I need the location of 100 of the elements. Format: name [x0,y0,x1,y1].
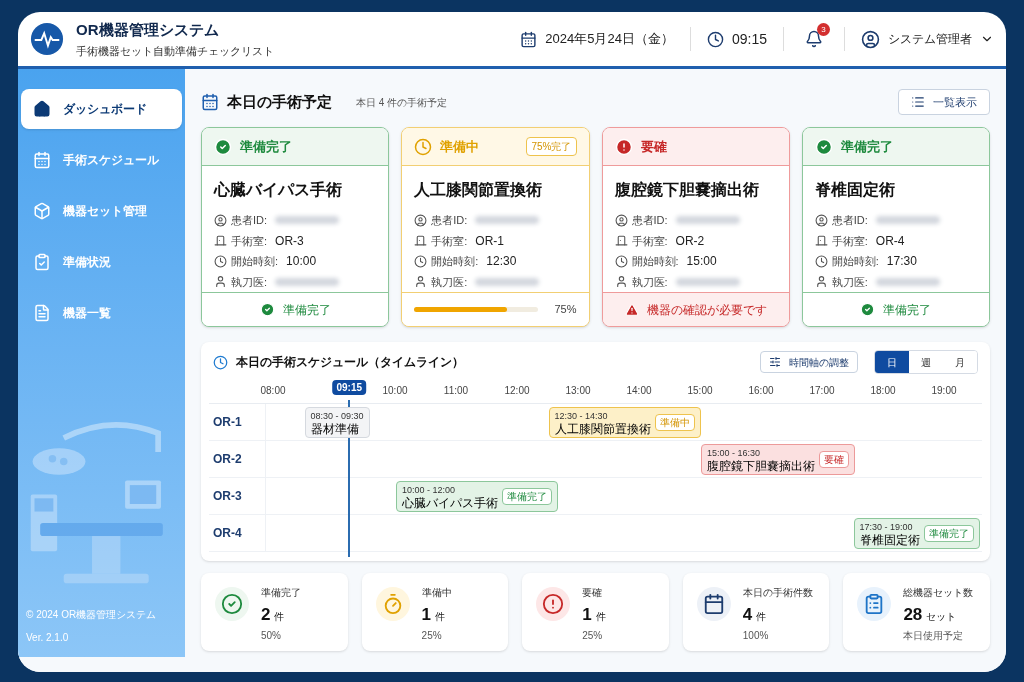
progress-text: 75% [554,302,577,318]
timeline-title: 本日の手術スケジュール（タイムライン） [236,354,464,371]
stat-note: 本日使用予定 [903,628,965,643]
status-label: 準備完了 [840,137,893,156]
calendar-icon [33,151,51,169]
document-icon [33,304,51,322]
status-label: 要確 [640,137,667,156]
user-icon [414,275,428,289]
info-label: 患者ID: [431,213,468,228]
list-view-button[interactable]: 一覧表示 [898,89,990,115]
stat-value: 28 [903,604,923,626]
surgery-title: 腹腔鏡下胆嚢摘出術 [614,180,760,200]
surgery-card[interactable]: 要確 腹腔鏡下胆嚢摘出術 患者ID: 手術室: OR-2 開始時刻: 15:00 執刀医: 機器の確認が必要です [601,127,790,327]
box-icon [33,202,51,220]
info-value: OR-2 [675,232,705,250]
stat-label: 総機器セット数 [903,586,974,600]
event-title: 人工膝関節置換術 [554,422,651,436]
event-status-badge: 準備完了 [502,488,552,505]
event-title: 器材準備 [310,422,360,436]
surgery-title: 人工膝関節置換術 [414,180,544,200]
info-label: 開始時刻: [431,254,479,269]
stat-unit: 件 [756,610,767,624]
check-icon [214,137,232,156]
info-label: 手術室: [231,233,268,249]
current-time-badge: 09:15 [332,380,367,395]
user-icon [614,275,628,289]
bell-icon [805,30,823,48]
info-label: 手術室: [831,233,868,249]
clipboard-check-icon [33,253,51,271]
check-icon [259,302,275,317]
stat-note: 100% [742,628,770,643]
section-summary: 本日 4 件の手術予定 [356,95,448,110]
info-label: 開始時刻: [631,254,679,269]
stat-value: 4 [742,604,753,626]
event-status-badge: 準備中 [654,414,695,431]
notification-button[interactable]: 3 [800,25,828,53]
hour-label: 17:00 [809,384,835,398]
room-label: OR-2 [212,451,243,468]
surgery-card[interactable]: 準備完了 心臓バイパス手術 患者ID: 手術室: OR-3 開始時刻: 10:00 執刀医: 準備完了 [201,127,390,327]
sliders-icon [769,356,781,368]
surgery-card[interactable]: 準備中 75%完了 人工膝関節置換術 患者ID: 手術室: OR-1 開始時刻: 12:30 執刀医: 75% [401,127,590,327]
hour-label: 11:00 [443,384,469,398]
info-label: 患者ID: [631,213,668,228]
info-value: 10:00 [286,253,317,271]
schedule-event[interactable]: 08:30 - 09:30 器材準備 [304,407,370,438]
info-value: OR-1 [475,232,504,250]
stat-value: 2 [261,604,271,626]
version-text: Ver. 2.1.0 [26,631,70,645]
hour-label: 15:00 [687,384,713,398]
calendar-icon [702,593,725,615]
door-icon [214,234,227,248]
clock-icon [414,137,433,156]
app-title: OR機器管理システム [76,19,220,40]
door-icon [614,234,628,248]
view-tab[interactable]: 日 [875,351,909,373]
hour-label: 08:00 [260,384,286,398]
clock-icon [706,30,724,48]
event-status-badge: 要確 [819,451,849,468]
user-icon [214,275,227,289]
footer-text: 準備完了 [282,301,331,319]
stat-label: 準備中 [421,586,452,600]
status-label: 準備完了 [240,137,292,156]
event-time: 10:00 - 12:00 [402,483,457,497]
check-icon [814,137,833,156]
event-time: 08:30 - 09:30 [310,409,364,423]
event-time: 17:30 - 19:00 [859,520,914,534]
time-text: 09:15 [731,29,767,49]
surgery-title: 脊椎固定術 [814,180,896,200]
clock-icon [814,254,828,268]
clock-icon [614,254,628,268]
event-status-badge: 準備完了 [923,525,974,542]
adjust-axis-button[interactable]: 時間軸の調整 [760,351,858,373]
user-circle-icon [861,29,880,49]
calendar-icon [201,93,219,111]
copyright-text: © 2024 OR機器管理システム [26,608,158,622]
info-label: 手術室: [431,233,468,249]
door-icon [814,234,828,248]
hour-label: 13:00 [565,384,591,398]
surgery-title: 心臓バイパス手術 [214,180,343,200]
nav-item[interactable]: ダッシュボード [21,89,182,129]
event-title: 心臓バイパス手術 [402,496,498,510]
surgery-card[interactable]: 準備完了 脊椎固定術 患者ID: 手術室: OR-4 開始時刻: 17:30 執刀医: 準備完了 [801,127,990,327]
check-circle-icon [221,593,243,615]
clock-icon [214,254,227,268]
footer-text: 準備完了 [883,301,932,319]
stat-value: 1 [421,604,432,626]
alert-icon [614,137,633,156]
stat-unit: 件 [435,610,446,624]
hour-label: 18:00 [870,384,896,398]
info-label: 患者ID: [831,213,868,228]
info-label: 執刀医: [631,274,668,290]
info-label: 患者ID: [231,213,268,228]
stat-note: 25% [421,628,443,643]
user-circle-icon [214,213,227,227]
user-circle-icon [814,213,828,227]
hour-label: 12:00 [504,384,530,398]
clock-icon [213,354,228,370]
info-value: OR-4 [875,232,905,250]
user-menu-button[interactable]: システム管理者 [861,29,994,49]
event-time: 15:00 - 16:30 [707,446,762,460]
